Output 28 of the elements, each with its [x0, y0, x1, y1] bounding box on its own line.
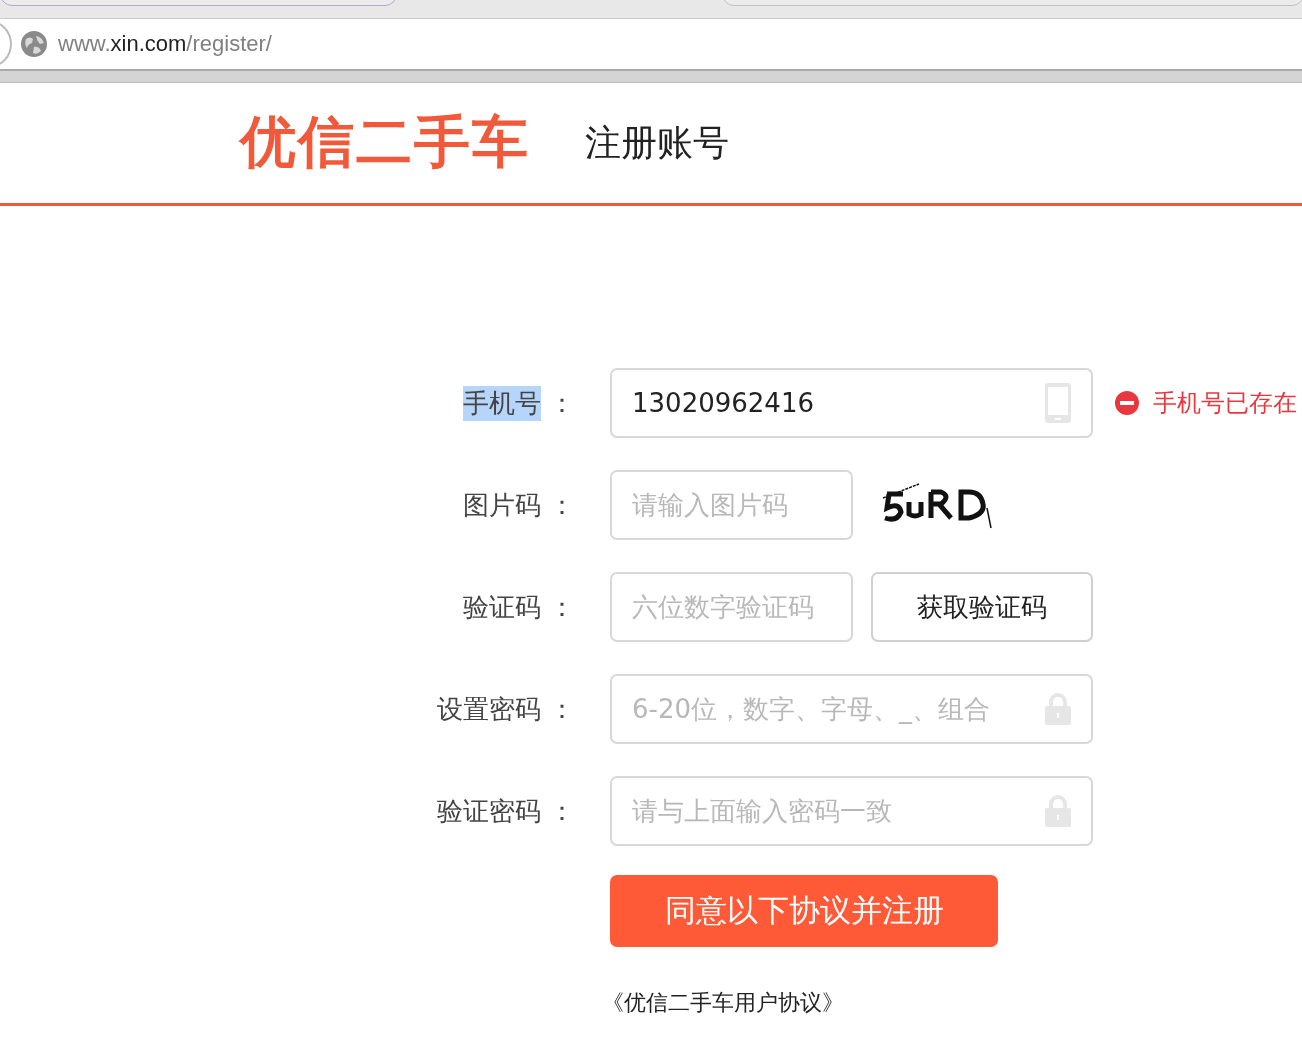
- get-code-button[interactable]: 获取验证码: [871, 572, 1093, 642]
- url-text: www.xin.com/register/: [58, 31, 272, 57]
- field-label: 验证密码: [437, 794, 541, 828]
- input-field[interactable]: 请输入图片码: [610, 470, 853, 540]
- input-field[interactable]: 六位数字验证码: [610, 572, 853, 642]
- label-colon: ：: [549, 386, 575, 420]
- phone-icon: [1045, 383, 1071, 423]
- input-field[interactable]: 6-20位，数字、字母、_、组合: [610, 674, 1093, 744]
- globe-icon: [20, 30, 48, 58]
- page-title: 注册账号: [585, 120, 729, 165]
- error-message: 手机号已存在: [1153, 388, 1297, 419]
- agreement-link[interactable]: 《优信二手车用户协议》: [602, 988, 844, 1018]
- field-label: 手机号: [463, 385, 541, 421]
- logo[interactable]: 优信二手车: [240, 105, 530, 181]
- register-button[interactable]: 同意以下协议并注册: [610, 875, 998, 947]
- address-bar[interactable]: www.xin.com/register/: [0, 18, 1302, 71]
- error-icon: [1115, 391, 1139, 415]
- lock-icon: [1045, 795, 1071, 827]
- field-label: 验证码: [463, 590, 541, 624]
- lock-icon: [1045, 693, 1071, 725]
- label-colon: ：: [549, 488, 575, 522]
- input-field[interactable]: 13020962416: [610, 368, 1093, 438]
- label-colon: ：: [549, 590, 575, 624]
- field-label: 设置密码: [437, 692, 541, 726]
- field-label: 图片码: [463, 488, 541, 522]
- input-field[interactable]: 请与上面输入密码一致: [610, 776, 1093, 846]
- label-colon: ：: [549, 794, 575, 828]
- label-colon: ：: [549, 692, 575, 726]
